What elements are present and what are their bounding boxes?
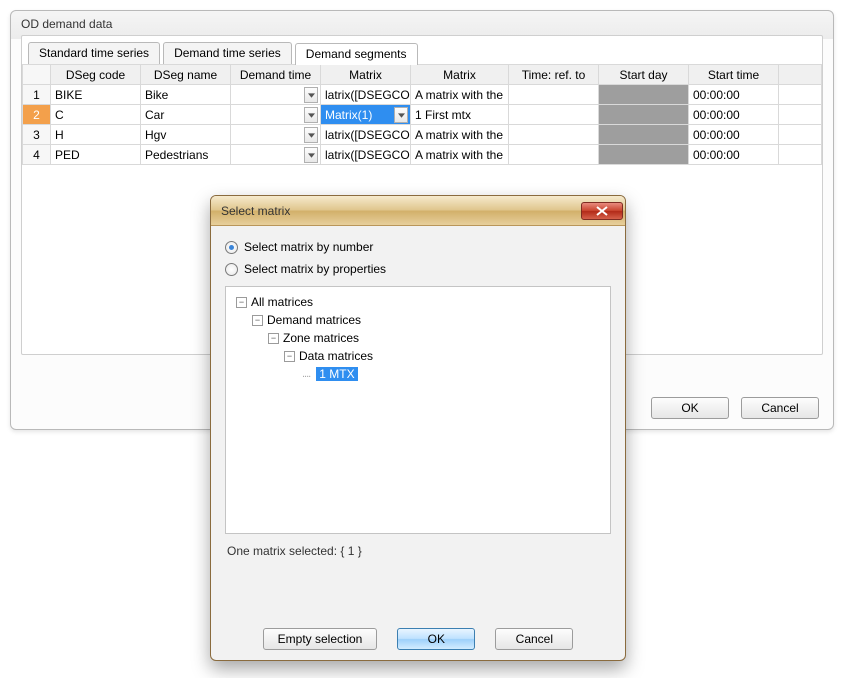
cell-code[interactable]: H bbox=[51, 125, 141, 145]
chevron-down-icon bbox=[308, 133, 315, 138]
cell-name[interactable]: Bike bbox=[141, 85, 231, 105]
cell-name[interactable]: Pedestrians bbox=[141, 145, 231, 165]
col-matrix-1[interactable]: Matrix bbox=[321, 65, 411, 85]
cell-time-ref[interactable] bbox=[509, 85, 599, 105]
tab-demand-segments[interactable]: Demand segments bbox=[295, 43, 418, 65]
cell-matrix[interactable]: latrix([DSEGCODE bbox=[321, 125, 411, 145]
cell-demand-time[interactable] bbox=[231, 85, 321, 105]
cell-time-ref[interactable] bbox=[509, 105, 599, 125]
col-dseg-code[interactable]: DSeg code bbox=[51, 65, 141, 85]
grid-header-row: DSeg code DSeg name Demand time Matrix M… bbox=[23, 65, 822, 85]
tree-node[interactable]: All matrices bbox=[251, 295, 313, 309]
matrix-tree[interactable]: − All matrices − Demand matrices − Zone … bbox=[225, 286, 611, 534]
cell-start-day bbox=[599, 145, 689, 165]
cell-matrix-value: Matrix(1) bbox=[325, 108, 372, 122]
chevron-down-icon bbox=[398, 113, 405, 118]
row-number[interactable]: 2 bbox=[23, 105, 51, 125]
cell-matrix-desc[interactable]: 1 First mtx bbox=[411, 105, 509, 125]
cell-time-ref[interactable] bbox=[509, 145, 599, 165]
chevron-down-icon bbox=[308, 93, 315, 98]
chevron-down-icon bbox=[308, 113, 315, 118]
dialog-body: Select matrix by number Select matrix by… bbox=[211, 226, 625, 558]
tree-node[interactable]: Demand matrices bbox=[267, 313, 361, 327]
cell-demand-time[interactable] bbox=[231, 105, 321, 125]
row-number[interactable]: 1 bbox=[23, 85, 51, 105]
collapse-icon[interactable]: − bbox=[236, 297, 247, 308]
tab-standard-time-series[interactable]: Standard time series bbox=[28, 42, 160, 64]
grid-corner bbox=[23, 65, 51, 85]
cell-matrix-active[interactable]: Matrix(1) bbox=[321, 105, 411, 125]
demand-segments-grid[interactable]: DSeg code DSeg name Demand time Matrix M… bbox=[22, 64, 822, 165]
cell-matrix[interactable]: latrix([DSEGCODE bbox=[321, 145, 411, 165]
cell-name[interactable]: Car bbox=[141, 105, 231, 125]
cell-start-time[interactable]: 00:00:00 bbox=[689, 85, 779, 105]
tree-node[interactable]: Data matrices bbox=[299, 349, 373, 363]
radio-by-properties[interactable]: Select matrix by properties bbox=[225, 262, 611, 276]
col-matrix-2[interactable]: Matrix bbox=[411, 65, 509, 85]
ok-button[interactable]: OK bbox=[651, 397, 729, 419]
cell-matrix[interactable]: latrix([DSEGCODE bbox=[321, 85, 411, 105]
radio-icon bbox=[225, 241, 238, 254]
col-start-time[interactable]: Start time bbox=[689, 65, 779, 85]
collapse-icon[interactable]: − bbox=[284, 351, 295, 362]
cell-time-ref[interactable] bbox=[509, 125, 599, 145]
table-row[interactable]: 2 C Car Matrix(1) 1 First mtx 00:00:00 bbox=[23, 105, 822, 125]
tab-bar: Standard time series Demand time series … bbox=[22, 36, 822, 65]
cell-start-time[interactable]: 00:00:00 bbox=[689, 105, 779, 125]
cell-code[interactable]: C bbox=[51, 105, 141, 125]
tab-demand-time-series[interactable]: Demand time series bbox=[163, 42, 292, 64]
select-matrix-dialog: Select matrix Select matrix by number Se… bbox=[210, 195, 626, 661]
table-row[interactable]: 3 H Hgv latrix([DSEGCODE A matrix with t… bbox=[23, 125, 822, 145]
col-filler bbox=[779, 65, 822, 85]
empty-selection-button[interactable]: Empty selection bbox=[263, 628, 378, 650]
cell-start-time[interactable]: 00:00:00 bbox=[689, 145, 779, 165]
cell-demand-time[interactable] bbox=[231, 145, 321, 165]
selection-status: One matrix selected: { 1 } bbox=[227, 544, 609, 558]
cell-demand-time[interactable] bbox=[231, 125, 321, 145]
cell-matrix-desc[interactable]: A matrix with the bbox=[411, 145, 509, 165]
col-demand-time[interactable]: Demand time bbox=[231, 65, 321, 85]
cancel-button[interactable]: Cancel bbox=[741, 397, 819, 419]
row-number[interactable]: 3 bbox=[23, 125, 51, 145]
radio-by-number[interactable]: Select matrix by number bbox=[225, 240, 611, 254]
cell-start-time[interactable]: 00:00:00 bbox=[689, 125, 779, 145]
dropdown-button[interactable] bbox=[304, 147, 318, 163]
collapse-icon[interactable]: − bbox=[252, 315, 263, 326]
cell-matrix-desc[interactable]: A matrix with the bbox=[411, 85, 509, 105]
cell-start-day bbox=[599, 125, 689, 145]
close-icon bbox=[596, 206, 608, 216]
tree-node[interactable]: Zone matrices bbox=[283, 331, 359, 345]
col-time-ref[interactable]: Time: ref. to bbox=[509, 65, 599, 85]
dropdown-button[interactable] bbox=[304, 127, 318, 143]
dialog-titlebar[interactable]: Select matrix bbox=[211, 196, 625, 226]
dialog-button-row: Empty selection OK Cancel bbox=[211, 628, 625, 650]
collapse-icon[interactable]: − bbox=[268, 333, 279, 344]
tree-leaf-selected[interactable]: 1 MTX bbox=[316, 367, 357, 381]
chevron-down-icon bbox=[308, 153, 315, 158]
dropdown-button[interactable] bbox=[304, 87, 318, 103]
row-number[interactable]: 4 bbox=[23, 145, 51, 165]
ok-button[interactable]: OK bbox=[397, 628, 475, 650]
cancel-button[interactable]: Cancel bbox=[495, 628, 573, 650]
cell-code[interactable]: PED bbox=[51, 145, 141, 165]
cell-start-day bbox=[599, 105, 689, 125]
radio-icon bbox=[225, 263, 238, 276]
col-start-day[interactable]: Start day bbox=[599, 65, 689, 85]
col-dseg-name[interactable]: DSeg name bbox=[141, 65, 231, 85]
close-button[interactable] bbox=[581, 202, 623, 220]
cell-matrix-desc[interactable]: A matrix with the bbox=[411, 125, 509, 145]
cell-name[interactable]: Hgv bbox=[141, 125, 231, 145]
dialog-title: Select matrix bbox=[221, 204, 290, 218]
main-button-row: OK Cancel bbox=[651, 397, 819, 419]
radio-label: Select matrix by properties bbox=[244, 262, 386, 276]
table-row[interactable]: 4 PED Pedestrians latrix([DSEGCODE A mat… bbox=[23, 145, 822, 165]
cell-code[interactable]: BIKE bbox=[51, 85, 141, 105]
dropdown-button[interactable] bbox=[394, 107, 408, 123]
cell-start-day bbox=[599, 85, 689, 105]
tree-connector: .... bbox=[302, 368, 310, 380]
window-title: OD demand data bbox=[11, 11, 833, 35]
radio-label: Select matrix by number bbox=[244, 240, 373, 254]
table-row[interactable]: 1 BIKE Bike latrix([DSEGCODE A matrix wi… bbox=[23, 85, 822, 105]
dropdown-button[interactable] bbox=[304, 107, 318, 123]
